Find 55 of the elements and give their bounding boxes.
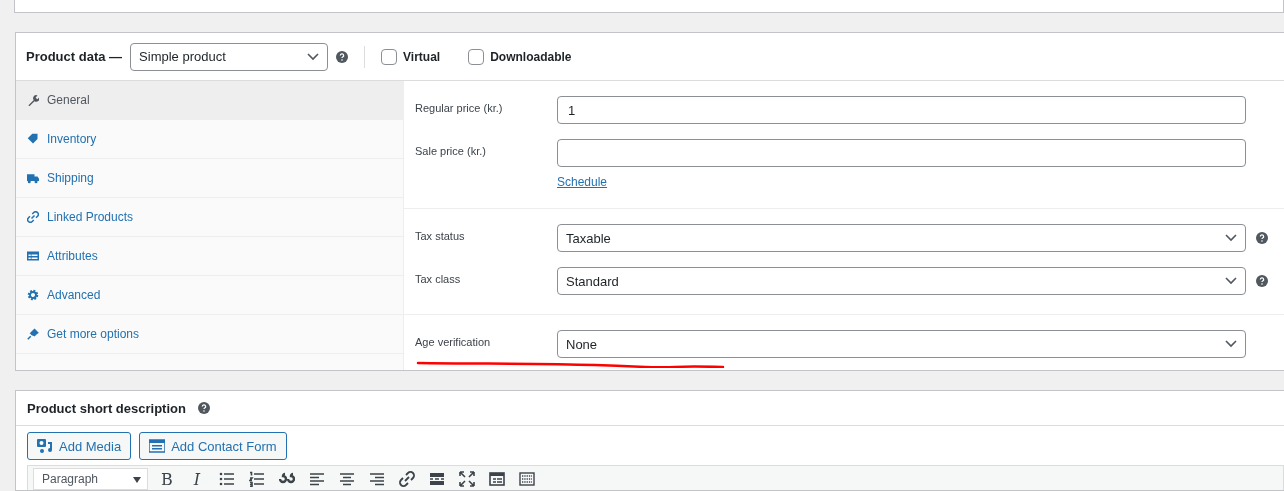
product-type-dropdown[interactable]: Simple product xyxy=(130,42,329,71)
tab[interactable]: Get more options xyxy=(16,315,403,354)
chevron-down-icon xyxy=(1225,234,1237,242)
chevron-down-icon xyxy=(1225,340,1237,348)
panel-title: Product data — xyxy=(26,49,123,64)
caret-icon xyxy=(133,477,141,483)
bold-button[interactable]: B xyxy=(156,469,178,489)
format-dropdown[interactable]: Paragraph xyxy=(33,468,148,490)
input-field[interactable]: 1 xyxy=(557,96,1246,124)
link-icon xyxy=(27,211,39,223)
help-icon xyxy=(197,402,210,414)
field-label: Tax class xyxy=(415,272,462,287)
help-icon xyxy=(336,50,349,63)
keyboard-icon[interactable] xyxy=(519,471,535,487)
field-label: Tax status xyxy=(415,229,466,244)
tab[interactable]: Shipping xyxy=(16,159,403,198)
tab[interactable]: General xyxy=(16,81,403,120)
align-left-icon[interactable] xyxy=(309,471,325,487)
select-dropdown[interactable]: Taxable xyxy=(557,224,1246,252)
field-label: Sale price (kr.) xyxy=(415,144,487,159)
wrench-icon xyxy=(27,94,39,106)
tag-icon xyxy=(27,133,39,145)
panel-title: Product short description xyxy=(27,400,186,416)
field-label: Regular price (kr.) xyxy=(415,101,504,116)
chevron-down-icon xyxy=(1225,277,1237,285)
truck-icon xyxy=(27,172,39,184)
form-icon xyxy=(149,438,166,454)
align-right-icon[interactable] xyxy=(369,471,385,487)
tab[interactable]: Attributes xyxy=(16,237,403,276)
add-form-button[interactable]: Add Contact Form xyxy=(139,432,287,460)
fullscreen-icon[interactable] xyxy=(459,471,475,487)
media-icon xyxy=(37,438,53,454)
align-center-icon[interactable] xyxy=(339,471,355,487)
checkbox-label[interactable]: Downloadable xyxy=(490,49,572,64)
checkbox-label[interactable]: Virtual xyxy=(403,49,441,64)
select-dropdown[interactable]: None xyxy=(557,330,1246,358)
italic-button[interactable]: I xyxy=(186,469,208,489)
card-icon xyxy=(27,250,39,262)
select-dropdown[interactable]: Standard xyxy=(557,267,1246,295)
bullet-list-icon[interactable] xyxy=(219,471,235,487)
link-icon[interactable] xyxy=(399,471,415,487)
checkbox[interactable] xyxy=(468,48,485,65)
numbered-list-icon[interactable] xyxy=(249,471,265,487)
form-icon[interactable] xyxy=(489,471,505,487)
read-more-icon[interactable] xyxy=(429,471,445,487)
field-label: Age verification xyxy=(415,335,492,350)
add-media-button[interactable]: Add Media xyxy=(27,432,132,460)
checkbox[interactable] xyxy=(381,48,398,65)
tab[interactable]: Inventory xyxy=(16,120,403,159)
gear-icon xyxy=(27,289,39,301)
input-field[interactable] xyxy=(557,139,1246,167)
schedule-link[interactable]: Schedule xyxy=(557,175,608,189)
tab[interactable]: Advanced xyxy=(16,276,403,315)
tab[interactable]: Linked Products xyxy=(16,198,403,237)
chevron-down-icon xyxy=(307,52,320,61)
